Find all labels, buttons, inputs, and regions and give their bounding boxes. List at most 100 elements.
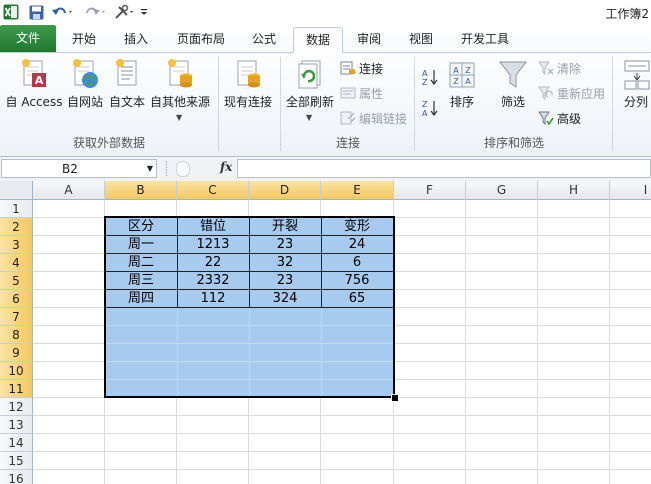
connections-button[interactable]: 连接	[340, 58, 383, 78]
tab-home[interactable]: 开始	[60, 27, 108, 51]
row-header-2[interactable]: 2	[0, 218, 33, 236]
web-icon	[73, 59, 98, 88]
row-header-6[interactable]: 6	[0, 290, 33, 308]
row-header-5[interactable]: 5	[0, 272, 33, 290]
fill-handle[interactable]	[391, 394, 399, 402]
row-header-12[interactable]: 12	[0, 398, 33, 416]
connections-icon	[340, 61, 355, 75]
gridline	[537, 200, 538, 484]
filter-button[interactable]: 筛选	[494, 55, 532, 131]
from-text-button[interactable]: 自文本	[106, 55, 148, 131]
svg-text:A: A	[422, 109, 428, 118]
filter-funnel-icon	[498, 61, 528, 88]
formula-bar-splitter[interactable]	[166, 161, 170, 176]
tab-file[interactable]: 文件	[0, 25, 56, 52]
row-header-9[interactable]: 9	[0, 344, 33, 362]
customize-qat-icon[interactable]	[139, 3, 149, 21]
window-title: 工作簿2	[605, 7, 649, 21]
refresh-all-button[interactable]: 全部刷新 ▼	[283, 55, 337, 131]
group-label-connections: 连接	[335, 136, 360, 150]
other-sources-icon	[168, 59, 192, 88]
text-to-columns-label: 分列	[623, 95, 648, 109]
title-bar: 工作簿2	[0, 0, 651, 26]
clear-label: 清除	[557, 61, 582, 76]
group-label-sort-filter: 排序和筛选	[483, 136, 544, 150]
group-label-external-data: 获取外部数据	[72, 136, 145, 150]
column-header-h[interactable]: H	[538, 181, 610, 200]
tab-insert[interactable]: 插入	[112, 27, 160, 51]
excel-app-icon[interactable]	[2, 3, 20, 21]
advanced-filter-button[interactable]: 高级	[538, 108, 581, 128]
dropdown-caret-icon: ▼	[306, 113, 313, 122]
tab-page-layout[interactable]: 页面布局	[166, 27, 236, 51]
save-icon[interactable]	[27, 3, 45, 21]
tab-developer[interactable]: 开发工具	[450, 27, 520, 51]
undo-icon[interactable]	[50, 3, 76, 21]
name-box-value: B2	[62, 162, 78, 176]
edit-links-label: 编辑链接	[359, 111, 408, 126]
column-header-e[interactable]: E	[321, 181, 394, 200]
row-header-7[interactable]: 7	[0, 308, 33, 326]
clear-filter-button[interactable]: 清除	[538, 58, 581, 78]
reapply-icon	[538, 86, 553, 101]
row-header-4[interactable]: 4	[0, 254, 33, 272]
sort-descending-button[interactable]: ZA	[420, 98, 440, 118]
row-header-10[interactable]: 10	[0, 362, 33, 380]
tools-icon[interactable]	[113, 3, 137, 21]
sort-label: 排序	[449, 95, 474, 109]
row-header-15[interactable]: 15	[0, 452, 33, 470]
from-web-button[interactable]: 自网站	[64, 55, 106, 131]
name-box[interactable]: B2 ▼	[1, 159, 157, 178]
text-to-columns-button[interactable]: 分列	[616, 55, 651, 131]
column-header-a[interactable]: A	[33, 181, 105, 200]
gridline	[33, 433, 651, 434]
svg-text:A: A	[35, 74, 44, 87]
tab-view[interactable]: 视图	[397, 27, 445, 51]
redo-icon[interactable]	[82, 3, 108, 21]
existing-connections-icon	[237, 60, 260, 88]
row-header-16[interactable]: 16	[0, 470, 33, 484]
ribbon-tabs: 文件 开始 插入 页面布局 公式 数据 审阅 视图 开发工具	[0, 25, 651, 53]
from-other-sources-button[interactable]: 自其他来源 ▼	[148, 55, 212, 131]
formula-input[interactable]	[237, 159, 651, 178]
existing-connections-label: 现有连接	[223, 95, 272, 109]
connections-label: 连接	[359, 61, 384, 76]
edit-links-icon	[340, 111, 356, 125]
column-header-i[interactable]: I	[610, 181, 651, 200]
row-header-11[interactable]: 11	[0, 380, 33, 398]
row-header-1[interactable]: 1	[0, 200, 33, 218]
row-header-8[interactable]: 8	[0, 326, 33, 344]
tab-review[interactable]: 审阅	[345, 27, 393, 51]
gridline	[609, 200, 610, 484]
tab-data[interactable]: 数据	[293, 27, 343, 53]
column-header-d[interactable]: D	[249, 181, 321, 200]
sort-icon: A ZZ A	[449, 62, 475, 88]
dropdown-caret-icon: ▼	[176, 113, 183, 122]
edit-links-button[interactable]: 编辑链接	[340, 108, 407, 128]
column-header-b[interactable]: B	[105, 181, 177, 200]
formula-bar-cancel-button[interactable]	[176, 161, 190, 177]
insert-function-icon[interactable]: fx	[220, 160, 232, 174]
worksheet-grid[interactable]: A B C D E F G H I 1 2 3 4 5 6 7 8 9 10 1…	[0, 181, 651, 484]
gridline	[33, 469, 651, 470]
sort-button[interactable]: AZZA 排序	[444, 55, 480, 131]
group-separator	[414, 57, 415, 151]
row-header-13[interactable]: 13	[0, 416, 33, 434]
sort-ascending-button[interactable]: AZ	[420, 67, 440, 87]
svg-text:A: A	[465, 77, 471, 86]
select-all-corner[interactable]	[0, 181, 33, 200]
ribbon-data: A 自 Access 自网站 自文本 自其他来源 ▼ 获取外部数据 现有连接 全…	[0, 53, 651, 157]
row-header-14[interactable]: 14	[0, 434, 33, 452]
reapply-button[interactable]: 重新应用	[538, 83, 605, 103]
column-header-f[interactable]: F	[394, 181, 466, 200]
tab-formulas[interactable]: 公式	[240, 27, 288, 51]
row-header-3[interactable]: 3	[0, 236, 33, 254]
name-box-dropdown-icon[interactable]: ▼	[147, 164, 153, 173]
access-icon: A	[22, 59, 46, 87]
from-access-button[interactable]: A 自 Access	[4, 55, 64, 131]
svg-text:Z: Z	[422, 100, 428, 109]
existing-connections-button[interactable]: 现有连接	[220, 55, 276, 131]
column-header-c[interactable]: C	[177, 181, 249, 200]
properties-button[interactable]: 属性	[340, 83, 383, 103]
column-header-g[interactable]: G	[466, 181, 538, 200]
